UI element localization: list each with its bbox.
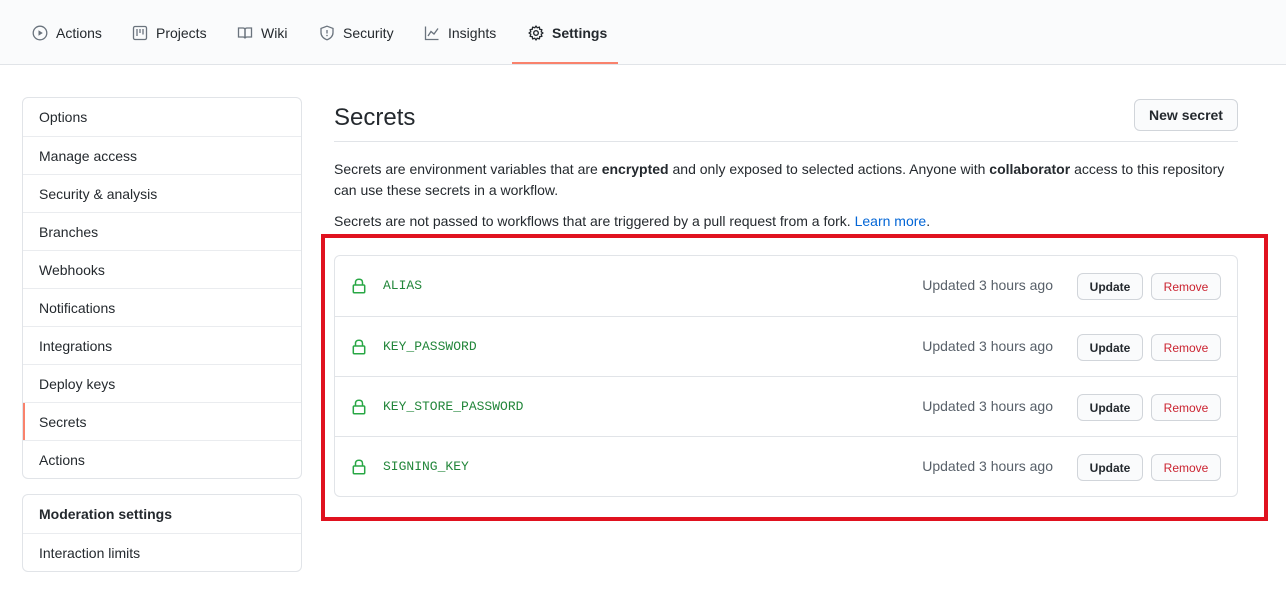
- learn-more-link[interactable]: Learn more: [855, 213, 927, 229]
- page-title: Secrets: [334, 104, 416, 131]
- lock-icon: [352, 339, 366, 355]
- book-icon: [237, 25, 253, 41]
- secret-updated: Updated 3 hours ago: [922, 277, 1053, 293]
- secret-row: SIGNING_KEY Updated 3 hours ago Update R…: [335, 436, 1237, 496]
- description-text: and only exposed to selected actions. An…: [668, 161, 990, 177]
- update-button[interactable]: Update: [1077, 334, 1143, 361]
- remove-button[interactable]: Remove: [1151, 273, 1221, 300]
- sidebar-item-webhooks[interactable]: Webhooks: [23, 250, 301, 288]
- new-secret-button[interactable]: New secret: [1134, 99, 1238, 131]
- update-button[interactable]: Update: [1077, 394, 1143, 421]
- sidebar-item-label: Notifications: [39, 299, 116, 316]
- tab-actions[interactable]: Actions: [32, 0, 102, 65]
- repo-nav: Actions Projects Wiki Security Insights …: [0, 0, 1286, 65]
- sidebar-item-manage-access[interactable]: Manage access: [23, 136, 301, 174]
- secret-updated: Updated 3 hours ago: [922, 338, 1053, 354]
- secret-name: KEY_STORE_PASSWORD: [383, 399, 524, 414]
- sidebar-item-deploy-keys[interactable]: Deploy keys: [23, 364, 301, 402]
- remove-button[interactable]: Remove: [1151, 334, 1221, 361]
- sidebar-item-label: Actions: [39, 451, 85, 468]
- secret-name: SIGNING_KEY: [383, 459, 469, 474]
- tab-label: Security: [343, 24, 394, 41]
- sidebar-item-label: Secrets: [39, 413, 87, 430]
- sidebar-item-notifications[interactable]: Notifications: [23, 288, 301, 326]
- project-icon: [132, 25, 148, 41]
- moderation-heading: Moderation settings: [39, 506, 173, 522]
- sidebar-item-label: Webhooks: [39, 261, 105, 278]
- sidebar-item-integrations[interactable]: Integrations: [23, 326, 301, 364]
- tab-security[interactable]: Security: [319, 0, 394, 65]
- gear-icon: [528, 24, 544, 41]
- sidebar-item-label: Manage access: [39, 147, 138, 164]
- graph-icon: [424, 25, 440, 41]
- description-emphasis: encrypted: [601, 161, 669, 177]
- lock-icon: [352, 278, 366, 294]
- fork-note-text: Secrets are not passed to workflows that…: [334, 213, 855, 229]
- sidebar-item-security-analysis[interactable]: Security & analysis: [23, 174, 301, 212]
- tab-label: Wiki: [261, 24, 288, 41]
- tab-projects[interactable]: Projects: [132, 0, 207, 65]
- sidebar-item-label: Integrations: [39, 337, 113, 354]
- sidebar-item-interaction-limits[interactable]: Interaction limits: [23, 533, 301, 571]
- tab-label: Insights: [448, 24, 497, 41]
- sidebar-item-branches[interactable]: Branches: [23, 212, 301, 250]
- tab-settings[interactable]: Settings: [528, 0, 607, 65]
- lock-icon: [352, 399, 366, 415]
- fork-note: Secrets are not passed to workflows that…: [334, 211, 1244, 232]
- update-button[interactable]: Update: [1077, 454, 1143, 481]
- tab-wiki[interactable]: Wiki: [237, 0, 287, 65]
- secret-name: ALIAS: [383, 278, 423, 293]
- secrets-list: ALIAS Updated 3 hours ago Update Remove …: [334, 255, 1238, 497]
- tab-label: Settings: [552, 24, 608, 41]
- tab-insights[interactable]: Insights: [424, 0, 496, 65]
- remove-button[interactable]: Remove: [1151, 394, 1221, 421]
- sidebar-item-secrets[interactable]: Secrets: [23, 402, 301, 440]
- play-icon: [32, 25, 48, 41]
- lock-icon: [352, 459, 366, 475]
- secret-row: KEY_PASSWORD Updated 3 hours ago Update …: [335, 316, 1237, 376]
- sidebar-item-label: Interaction limits: [39, 544, 141, 561]
- selected-tab-underline: [512, 62, 618, 64]
- tab-label: Projects: [156, 24, 207, 41]
- secret-row: KEY_STORE_PASSWORD Updated 3 hours ago U…: [335, 376, 1237, 436]
- fork-note-end: .: [926, 213, 931, 229]
- sidebar-item-label: Security & analysis: [39, 185, 158, 202]
- settings-menu: Options Manage access Security & analysi…: [22, 97, 302, 479]
- sidebar-item-actions[interactable]: Actions: [23, 440, 301, 478]
- secret-updated: Updated 3 hours ago: [922, 398, 1053, 414]
- shield-icon: [319, 25, 335, 41]
- title-divider: [334, 141, 1238, 142]
- secret-name: KEY_PASSWORD: [383, 339, 477, 354]
- sidebar-item-label: Deploy keys: [39, 375, 116, 392]
- moderation-menu: Moderation settings Interaction limits: [22, 494, 302, 572]
- remove-button[interactable]: Remove: [1151, 454, 1221, 481]
- sidebar-item-label: Options: [39, 109, 88, 125]
- secret-row: ALIAS Updated 3 hours ago Update Remove: [335, 256, 1237, 316]
- secret-updated: Updated 3 hours ago: [922, 458, 1053, 474]
- description-emphasis: collaborator: [989, 161, 1071, 177]
- description-text: Secrets are environment variables that a…: [334, 161, 602, 177]
- sidebar-item-label: Branches: [39, 223, 99, 240]
- update-button[interactable]: Update: [1077, 273, 1143, 300]
- tab-label: Actions: [56, 24, 102, 41]
- sidebar-item-options[interactable]: Options: [23, 98, 301, 136]
- secrets-description: Secrets are environment variables that a…: [334, 159, 1244, 201]
